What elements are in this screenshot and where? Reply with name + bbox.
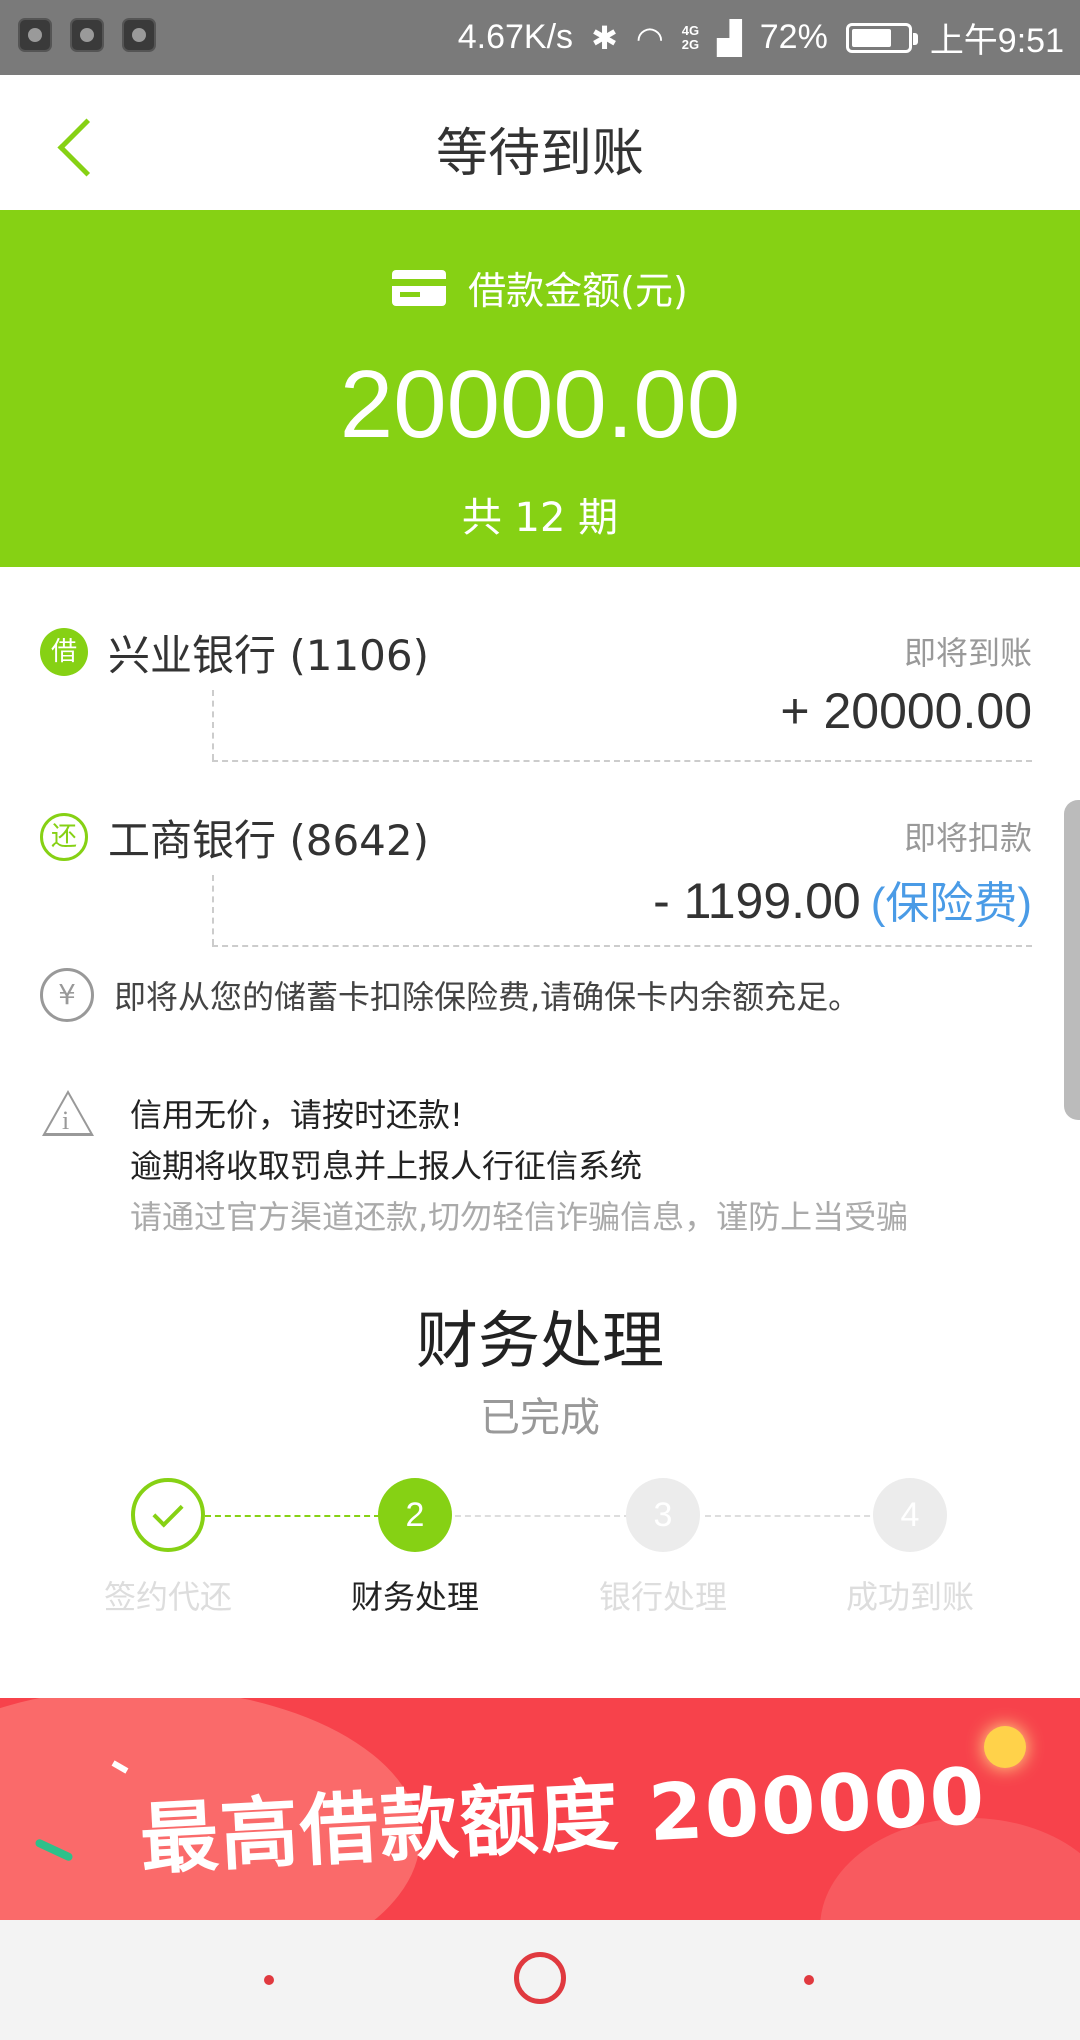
warning-icon-mark: i: [62, 1106, 70, 1135]
divider: [212, 760, 1032, 762]
stage-title: 财务处理: [415, 1304, 664, 1377]
clock: 上午9:51: [929, 22, 1064, 60]
page-title: 等待到账: [435, 124, 644, 184]
bluetooth-icon: ✱: [591, 19, 618, 56]
recents-nav-button[interactable]: [804, 1975, 814, 1985]
loan-amount-label: 借款金额(元): [468, 269, 688, 313]
network-type-bottom: 2G: [681, 36, 700, 52]
loan-periods: 共 12 期: [461, 495, 619, 541]
app-notification-icon: [70, 18, 104, 52]
home-nav-button[interactable]: [514, 1952, 566, 2004]
warning-line: 信用无价，请按时还款!: [130, 1096, 463, 1134]
insurance-notice-text: 即将从您的储蓄卡扣除保险费,请确保卡内余额充足。: [114, 978, 861, 1016]
divider: [212, 875, 214, 945]
deducting-bank-name: 工商银行 (8642): [108, 816, 430, 865]
deduction-amount: - 1199.00: [653, 873, 861, 929]
battery-icon: [845, 22, 918, 53]
loan-summary-header: 借款金额(元) 20000.00 共 12 期: [0, 210, 1080, 567]
divider: [212, 690, 214, 760]
step-label: 签约代还: [103, 1578, 232, 1616]
loan-amount: 20000.00: [339, 351, 741, 458]
banner-sun-icon: [984, 1726, 1026, 1768]
insurance-notice: ¥ 即将从您的储蓄卡扣除保险费,请确保卡内余额充足。: [40, 968, 860, 1022]
progress-steps: 签约代还 2 财务处理 3 银行处理 4 成功到账: [0, 1478, 1080, 1628]
repay-badge-icon: 还: [40, 813, 88, 861]
borrow-badge-icon: 借: [40, 628, 88, 676]
step-success: 4 成功到账: [810, 1478, 1010, 1618]
bank-card-icon: [392, 269, 447, 306]
step-number: 2: [378, 1478, 452, 1552]
app-notification-icon: [122, 18, 156, 52]
step-signing: 签约代还: [68, 1478, 268, 1618]
divider: [212, 945, 1032, 947]
network-speed: 4.67K/s: [457, 18, 574, 56]
stage-status: 已完成: [480, 1395, 600, 1441]
wifi-icon: ◠: [635, 19, 664, 56]
receiving-status: 即将到账: [903, 634, 1032, 672]
battery-percent: 72%: [759, 18, 828, 56]
warning-line: 逾期将收取罚息并上报人行征信系统: [130, 1147, 643, 1185]
step-bank: 3 银行处理: [563, 1478, 763, 1618]
network-type-top: 4G: [681, 22, 700, 38]
step-label: 成功到账: [845, 1578, 974, 1616]
system-nav-bar: [0, 1920, 1080, 2040]
battery-fill: [851, 28, 891, 47]
app-notification-icon: [18, 18, 52, 52]
receiving-bank-name: 兴业银行 (1106): [108, 631, 430, 680]
warning-line: 请通过官方渠道还款,切勿轻信诈骗信息，谨防上当受骗: [130, 1198, 909, 1236]
check-icon: [152, 1496, 184, 1528]
deducting-status: 即将扣款: [903, 819, 1032, 857]
step-done-icon: [131, 1478, 205, 1552]
nav-bar: 等待到账: [0, 75, 1080, 210]
yen-icon: ¥: [40, 968, 94, 1022]
promo-banner[interactable]: 最高借款额度 200000: [0, 1698, 1080, 1920]
step-number: 3: [626, 1478, 700, 1552]
side-drawer-handle[interactable]: [1064, 800, 1080, 1120]
signal-icon: ▟: [717, 19, 742, 56]
step-number: 4: [873, 1478, 947, 1552]
back-nav-button[interactable]: [264, 1975, 274, 1985]
step-label: 财务处理: [350, 1578, 479, 1616]
step-label: 银行处理: [598, 1578, 727, 1616]
notification-icons: [18, 18, 156, 52]
network-type: 4G 2G: [681, 22, 700, 52]
receiving-amount: + 20000.00: [780, 683, 1032, 739]
deduction-amount-row: - 1199.00 (保险费): [653, 867, 1032, 931]
status-bar: 4.67K/s ✱ ◠ 4G 2G ▟ 72% 上午9:51: [0, 0, 1080, 75]
step-finance: 2 财务处理: [315, 1478, 515, 1618]
insurance-fee-link[interactable]: (保险费): [871, 879, 1032, 928]
